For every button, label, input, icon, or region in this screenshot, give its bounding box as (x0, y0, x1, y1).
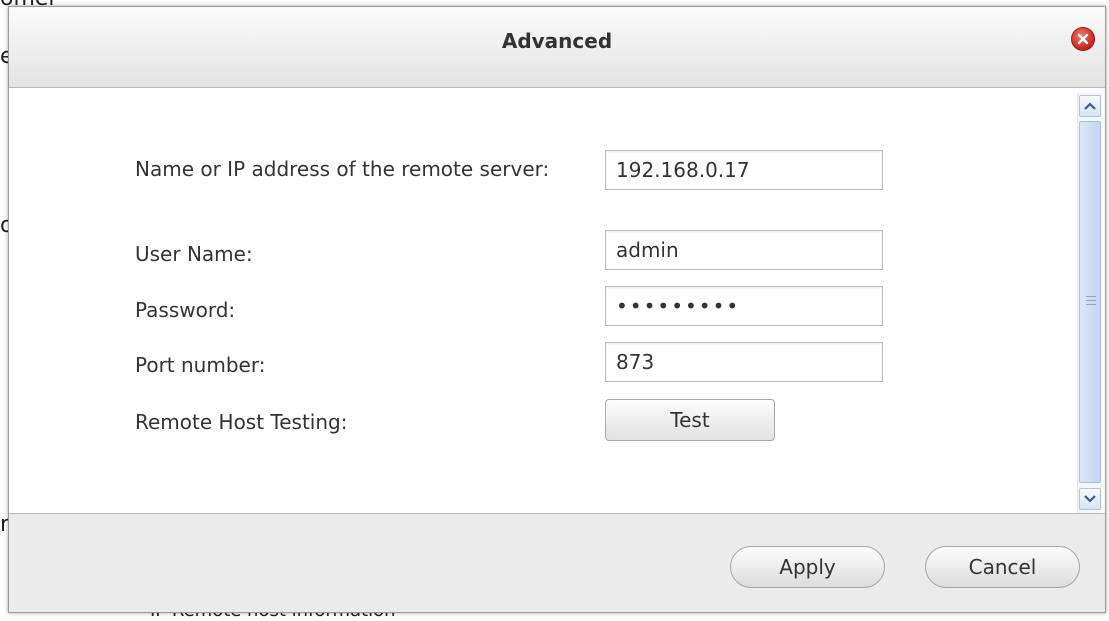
apply-button[interactable]: Apply (730, 546, 885, 588)
dialog-footer: Apply Cancel (9, 513, 1105, 612)
remote-server-label: Name or IP address of the remote server: (135, 157, 550, 181)
port-number-input[interactable] (605, 342, 883, 382)
advanced-dialog: Advanced Name or IP address of the remot… (8, 6, 1106, 613)
cancel-button[interactable]: Cancel (925, 546, 1080, 588)
grip-line-icon (1086, 296, 1096, 297)
scroll-down-arrow-icon[interactable] (1079, 488, 1101, 510)
grip-line-icon (1086, 300, 1096, 301)
test-button[interactable]: Test (605, 399, 775, 441)
vertical-scrollbar[interactable] (1077, 93, 1102, 513)
scroll-up-arrow-icon[interactable] (1079, 95, 1101, 117)
password-input[interactable] (605, 286, 883, 326)
remote-host-testing-label: Remote Host Testing: (135, 410, 348, 434)
remote-server-input[interactable] (605, 150, 883, 190)
port-number-label: Port number: (135, 353, 266, 377)
dialog-content: Name or IP address of the remote server:… (9, 88, 1105, 513)
dialog-title: Advanced (501, 29, 613, 53)
close-icon[interactable] (1071, 27, 1095, 51)
password-label: Password: (135, 298, 236, 322)
username-input[interactable] (605, 230, 883, 270)
username-label: User Name: (135, 242, 253, 266)
dialog-titlebar: Advanced (9, 7, 1105, 88)
scroll-thumb[interactable] (1079, 121, 1101, 483)
grip-line-icon (1086, 304, 1096, 305)
